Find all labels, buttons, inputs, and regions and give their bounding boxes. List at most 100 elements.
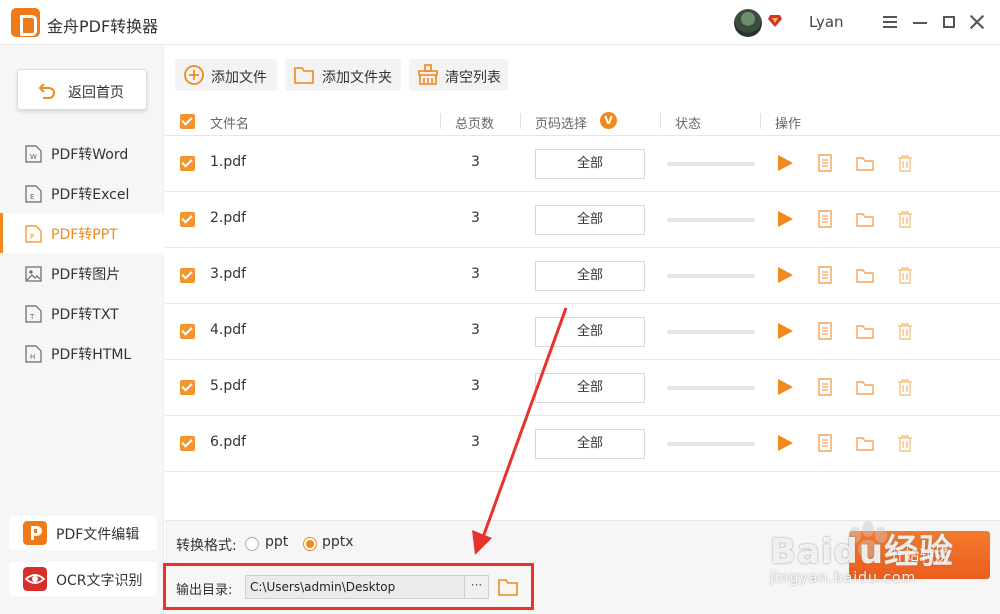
minimize-icon[interactable] bbox=[910, 12, 930, 32]
play-icon[interactable] bbox=[775, 377, 795, 397]
open-folder-row-icon[interactable] bbox=[855, 321, 875, 341]
row-progress-bar bbox=[667, 162, 755, 166]
play-icon[interactable] bbox=[775, 265, 795, 285]
table-row[interactable]: 1.pdf 3 全部 bbox=[165, 136, 1000, 192]
document-list-icon[interactable] bbox=[815, 321, 835, 341]
menu-icon[interactable] bbox=[880, 12, 900, 32]
document-list-icon[interactable] bbox=[815, 265, 835, 285]
format-label: 转换格式: bbox=[176, 538, 237, 554]
output-path-input[interactable] bbox=[245, 575, 465, 599]
sidebar-item-label: PDF转TXT bbox=[51, 307, 119, 323]
play-icon[interactable] bbox=[775, 153, 795, 173]
sidebar-item-pdf-to-txt[interactable]: T PDF转TXT bbox=[0, 293, 164, 333]
username[interactable]: Lyan bbox=[809, 13, 844, 31]
trash-icon[interactable] bbox=[895, 209, 915, 229]
row-page-select[interactable]: 全部 bbox=[535, 373, 645, 403]
row-page-select[interactable]: 全部 bbox=[535, 261, 645, 291]
sidebar-item-pdf-to-html[interactable]: H PDF转HTML bbox=[0, 333, 164, 373]
open-folder-row-icon[interactable] bbox=[855, 209, 875, 229]
sidebar-item-label: PDF转HTML bbox=[51, 347, 132, 363]
ocr-button[interactable]: OCR文字识别 bbox=[9, 562, 157, 596]
row-file-name: 6.pdf bbox=[210, 434, 247, 450]
format-ppt-label[interactable]: ppt bbox=[265, 534, 288, 550]
html-doc-letter: H bbox=[30, 353, 35, 361]
add-folder-button[interactable]: 添加文件夹 bbox=[285, 59, 401, 91]
row-page-select[interactable]: 全部 bbox=[535, 429, 645, 459]
ppt-doc-icon: P bbox=[25, 225, 42, 243]
title-bar: 金舟PDF转换器 Lyan bbox=[0, 0, 1000, 45]
document-list-icon[interactable] bbox=[815, 209, 835, 229]
open-folder-row-icon[interactable] bbox=[855, 433, 875, 453]
pdf-edit-button[interactable]: PDF文件编辑 bbox=[9, 516, 157, 550]
sidebar-item-pdf-to-excel[interactable]: E PDF转Excel bbox=[0, 173, 164, 213]
table-row[interactable]: 6.pdf 3 全部 bbox=[165, 416, 1000, 472]
trash-icon[interactable] bbox=[895, 321, 915, 341]
clear-list-button[interactable]: 清空列表 bbox=[409, 59, 508, 91]
row-checkbox[interactable] bbox=[180, 324, 195, 339]
select-all-checkbox[interactable] bbox=[180, 114, 195, 129]
header-divider bbox=[440, 113, 441, 129]
user-avatar[interactable] bbox=[734, 9, 762, 37]
row-page-select[interactable]: 全部 bbox=[535, 205, 645, 235]
page-select-vip-badge[interactable]: V bbox=[600, 112, 617, 129]
row-file-name: 1.pdf bbox=[210, 154, 247, 170]
back-arrow-icon bbox=[38, 83, 55, 99]
table-header: 文件名 总页数 页码选择 状态 操作 bbox=[165, 108, 1000, 136]
play-icon[interactable] bbox=[775, 321, 795, 341]
row-checkbox[interactable] bbox=[180, 212, 195, 227]
format-pptx-label[interactable]: pptx bbox=[322, 534, 354, 550]
document-list-icon[interactable] bbox=[815, 433, 835, 453]
open-folder-row-icon[interactable] bbox=[855, 153, 875, 173]
sidebar: 返回首页 W PDF转Word E PDF转Excel P PDF转PPT PD… bbox=[0, 45, 164, 614]
trash-icon[interactable] bbox=[895, 153, 915, 173]
sidebar-item-pdf-to-word[interactable]: W PDF转Word bbox=[0, 133, 164, 173]
ppt-doc-letter: P bbox=[30, 233, 34, 241]
play-icon[interactable] bbox=[775, 209, 795, 229]
sidebar-item-pdf-to-image[interactable]: PDF转图片 bbox=[0, 253, 164, 293]
row-total-pages: 3 bbox=[471, 434, 480, 450]
open-folder-icon[interactable] bbox=[497, 576, 519, 598]
row-checkbox[interactable] bbox=[180, 156, 195, 171]
open-folder-row-icon[interactable] bbox=[855, 265, 875, 285]
txt-doc-icon: T bbox=[25, 305, 42, 323]
row-checkbox[interactable] bbox=[180, 268, 195, 283]
vip-diamond-icon[interactable] bbox=[768, 15, 782, 27]
pdf-edit-label: PDF文件编辑 bbox=[56, 527, 140, 543]
sidebar-item-label: PDF转Word bbox=[51, 147, 129, 163]
ocr-label: OCR文字识别 bbox=[56, 573, 143, 589]
broom-icon bbox=[418, 64, 438, 85]
row-file-name: 3.pdf bbox=[210, 266, 247, 282]
row-page-select[interactable]: 全部 bbox=[535, 149, 645, 179]
header-divider bbox=[660, 113, 661, 129]
row-checkbox[interactable] bbox=[180, 380, 195, 395]
word-doc-letter: W bbox=[30, 153, 37, 161]
word-doc-icon: W bbox=[25, 145, 42, 163]
document-list-icon[interactable] bbox=[815, 377, 835, 397]
row-progress-bar bbox=[667, 442, 755, 446]
row-progress-bar bbox=[667, 330, 755, 334]
maximize-icon[interactable] bbox=[939, 12, 959, 32]
format-ppt-radio[interactable] bbox=[245, 537, 259, 551]
table-row[interactable]: 2.pdf 3 全部 bbox=[165, 192, 1000, 248]
format-pptx-radio[interactable] bbox=[303, 537, 317, 551]
open-folder-row-icon[interactable] bbox=[855, 377, 875, 397]
play-icon[interactable] bbox=[775, 433, 795, 453]
add-file-button[interactable]: 添加文件 bbox=[175, 59, 277, 91]
row-total-pages: 3 bbox=[471, 322, 480, 338]
table-row[interactable]: 4.pdf 3 全部 bbox=[165, 304, 1000, 360]
document-list-icon[interactable] bbox=[815, 153, 835, 173]
table-row[interactable]: 5.pdf 3 全部 bbox=[165, 360, 1000, 416]
sidebar-item-pdf-to-ppt[interactable]: P PDF转PPT bbox=[0, 213, 164, 253]
trash-icon[interactable] bbox=[895, 433, 915, 453]
row-file-name: 5.pdf bbox=[210, 378, 247, 394]
sidebar-item-label: PDF转Excel bbox=[51, 187, 130, 203]
table-row[interactable]: 3.pdf 3 全部 bbox=[165, 248, 1000, 304]
row-page-select[interactable]: 全部 bbox=[535, 317, 645, 347]
row-checkbox[interactable] bbox=[180, 436, 195, 451]
trash-icon[interactable] bbox=[895, 265, 915, 285]
row-file-name: 4.pdf bbox=[210, 322, 247, 338]
back-home-button[interactable]: 返回首页 bbox=[17, 69, 147, 110]
browse-button[interactable]: ··· bbox=[464, 575, 489, 599]
close-icon[interactable] bbox=[967, 12, 987, 32]
trash-icon[interactable] bbox=[895, 377, 915, 397]
